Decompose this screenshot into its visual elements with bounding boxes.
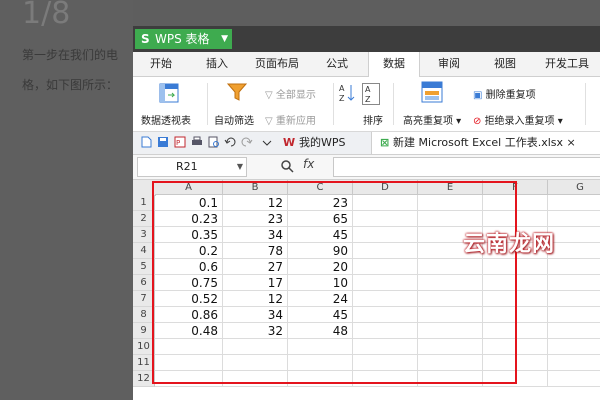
highlight-duplicates-icon bbox=[421, 81, 443, 107]
cell[interactable] bbox=[548, 195, 600, 211]
formula-bar: R21 ▼ fx bbox=[133, 155, 600, 180]
column-header-g[interactable]: G bbox=[548, 180, 600, 195]
tutorial-page: 1/8 第一步在我们的电 格，如下图所示： bbox=[0, 0, 133, 400]
svg-text:A: A bbox=[339, 84, 345, 93]
redo-icon[interactable] bbox=[241, 136, 253, 148]
spreadsheet-grid: A B C D E F G 1 0.1 12 23 2 0.23 23 65 3 0.35 34 45… bbox=[133, 180, 600, 400]
divider bbox=[333, 83, 334, 125]
highlight-duplicates-label: 高亮重复项 bbox=[403, 116, 453, 127]
pivot-table-icon bbox=[159, 83, 179, 107]
cell[interactable] bbox=[548, 371, 600, 387]
cell[interactable] bbox=[548, 355, 600, 371]
cell[interactable] bbox=[548, 339, 600, 355]
wps-logo-icon: S bbox=[141, 32, 150, 46]
show-all-icon: ▽ bbox=[265, 90, 276, 101]
sort-ascending-icon: AZ bbox=[339, 83, 355, 107]
svg-text:A: A bbox=[365, 85, 371, 94]
customize-toolbar-icon[interactable] bbox=[261, 136, 273, 148]
new-file-icon[interactable] bbox=[140, 136, 152, 148]
svg-text:Z: Z bbox=[339, 94, 345, 103]
highlight-box bbox=[152, 181, 517, 384]
title-bar: S WPS 表格 ▼ bbox=[133, 26, 600, 52]
delete-duplicates-icon: ▣ bbox=[473, 90, 486, 101]
cell[interactable] bbox=[548, 323, 600, 339]
name-box-value: R21 bbox=[176, 160, 198, 173]
svg-text:Z: Z bbox=[365, 95, 371, 104]
show-all-button[interactable]: ▽ 全部显示 bbox=[265, 86, 316, 101]
reject-duplicates-icon: ⊘ bbox=[473, 116, 485, 127]
formula-input[interactable] bbox=[333, 157, 600, 177]
wps-w-icon: W bbox=[283, 136, 299, 149]
cell[interactable] bbox=[548, 291, 600, 307]
ribbon-data: 数据透视表 自动筛选 ▽ 全部显示 ▽ 重新应用 AZ AZ 排序 高亮重复项 … bbox=[133, 77, 600, 132]
chevron-down-icon: ▼ bbox=[236, 162, 243, 171]
autofilter-button[interactable]: 自动筛选 bbox=[214, 112, 254, 127]
reapply-icon: ▽ bbox=[265, 116, 276, 127]
tutorial-text-line2: 格，如下图所示： bbox=[22, 78, 119, 92]
tab-data[interactable]: 数据 bbox=[368, 52, 420, 77]
dropdown-arrow-icon: ▾ bbox=[554, 116, 563, 127]
reapply-button[interactable]: ▽ 重新应用 bbox=[265, 112, 316, 127]
wps-window: S WPS 表格 ▼ 开始 插入 页面布局 公式 数据 审阅 视图 开发工具 数… bbox=[133, 26, 600, 400]
cell[interactable] bbox=[548, 227, 600, 243]
tab-page-layout[interactable]: 页面布局 bbox=[249, 52, 305, 76]
tab-my-wps[interactable]: W 我的WPS bbox=[283, 132, 345, 154]
save-icon[interactable] bbox=[157, 136, 169, 148]
print-preview-icon[interactable] bbox=[208, 136, 220, 148]
tab-document[interactable]: ⊠ 新建 Microsoft Excel 工作表.xlsx × bbox=[371, 132, 600, 154]
tab-view[interactable]: 视图 bbox=[483, 52, 527, 76]
app-name: WPS 表格 bbox=[155, 32, 210, 46]
ribbon-tabs: 开始 插入 页面布局 公式 数据 审阅 视图 开发工具 bbox=[133, 52, 600, 77]
cell[interactable] bbox=[548, 211, 600, 227]
divider bbox=[585, 83, 586, 125]
pivot-table-button[interactable]: 数据透视表 bbox=[141, 112, 191, 127]
name-box[interactable]: R21 ▼ bbox=[137, 157, 247, 177]
filter-icon bbox=[226, 81, 248, 107]
tab-insert[interactable]: 插入 bbox=[195, 52, 239, 76]
undo-icon[interactable] bbox=[224, 136, 236, 148]
sort-descending-icon: AZ bbox=[362, 83, 380, 109]
delete-duplicates-button[interactable]: ▣ 删除重复项 bbox=[473, 86, 536, 101]
print-icon[interactable] bbox=[191, 136, 203, 148]
wps-menu-button[interactable]: S WPS 表格 ▼ bbox=[135, 29, 232, 49]
reapply-label: 重新应用 bbox=[275, 116, 316, 127]
divider bbox=[393, 83, 394, 125]
cell[interactable] bbox=[548, 307, 600, 323]
highlight-duplicates-button[interactable]: 高亮重复项 ▾ bbox=[403, 112, 461, 127]
tab-start[interactable]: 开始 bbox=[139, 52, 183, 76]
tutorial-text-line1: 第一步在我们的电 bbox=[22, 48, 119, 62]
dropdown-arrow-icon: ▼ bbox=[221, 34, 228, 44]
tab-document-label: 新建 Microsoft Excel 工作表.xlsx bbox=[393, 136, 564, 149]
tab-formula[interactable]: 公式 bbox=[315, 52, 359, 76]
tab-my-wps-label: 我的WPS bbox=[298, 136, 346, 149]
tab-developer[interactable]: 开发工具 bbox=[537, 52, 597, 76]
step-number: 1/8 bbox=[22, 0, 71, 31]
cell[interactable] bbox=[548, 259, 600, 275]
close-icon[interactable]: × bbox=[563, 136, 576, 149]
reject-duplicates-button[interactable]: ⊘ 拒绝录入重复项 ▾ bbox=[473, 112, 563, 127]
dropdown-arrow-icon: ▾ bbox=[453, 116, 462, 127]
sort-button[interactable]: 排序 bbox=[363, 112, 383, 127]
show-all-label: 全部显示 bbox=[275, 90, 316, 101]
cell[interactable] bbox=[548, 243, 600, 259]
quick-access-toolbar: P W 我的WPS ⊠ 新建 Microsoft Excel 工作表.xlsx … bbox=[133, 132, 600, 155]
svg-text:P: P bbox=[176, 139, 180, 147]
delete-duplicates-label: 删除重复项 bbox=[485, 90, 536, 101]
tab-review[interactable]: 审阅 bbox=[427, 52, 471, 76]
reject-duplicates-label: 拒绝录入重复项 bbox=[484, 116, 555, 127]
spreadsheet-file-icon: ⊠ bbox=[380, 136, 394, 149]
cell[interactable] bbox=[548, 275, 600, 291]
divider bbox=[207, 83, 208, 125]
zoom-icon[interactable] bbox=[280, 158, 294, 177]
watermark: 云南龙网 bbox=[463, 232, 556, 257]
export-pdf-icon[interactable]: P bbox=[174, 136, 186, 148]
insert-function-button[interactable]: fx bbox=[303, 157, 314, 171]
